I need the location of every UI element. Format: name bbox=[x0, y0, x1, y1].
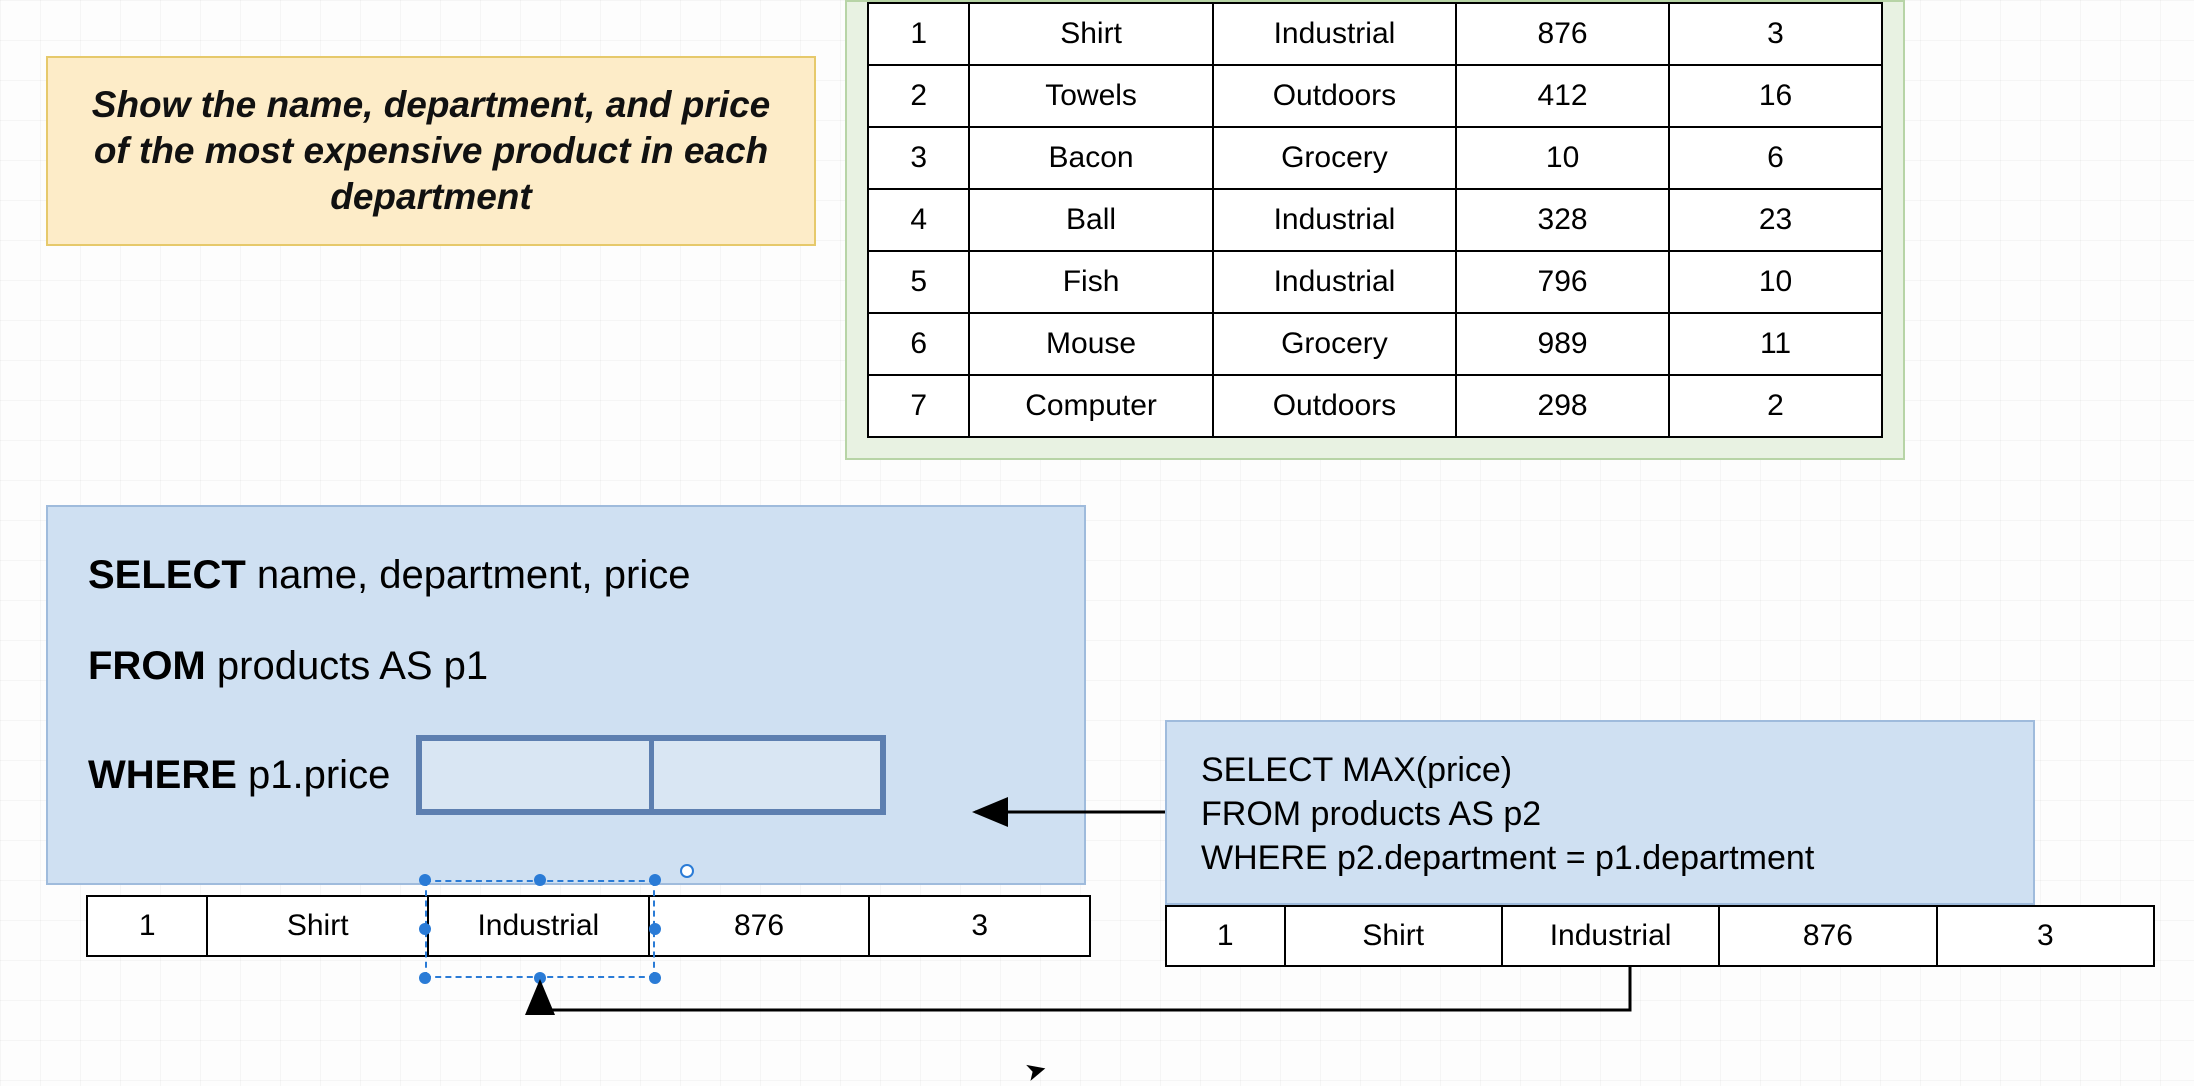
selection-handle[interactable] bbox=[649, 972, 661, 984]
selection-handle[interactable] bbox=[649, 923, 661, 935]
inner-query-box: SELECT MAX(price) FROM products AS p2 WH… bbox=[1165, 720, 2035, 905]
table-row: 1 Shirt Industrial 876 3 bbox=[868, 3, 1882, 65]
table-row: 3 Bacon Grocery 10 6 bbox=[868, 127, 1882, 189]
selection-handle[interactable] bbox=[534, 874, 546, 886]
question-text: Show the name, department, and price of … bbox=[70, 82, 792, 221]
where-keyword: WHERE bbox=[88, 753, 237, 797]
from-body: products AS p1 bbox=[206, 644, 488, 688]
cell-colA: 876 bbox=[1456, 3, 1669, 65]
cell-department: Industrial bbox=[1213, 3, 1456, 65]
table-row: 7 Computer Outdoors 298 2 bbox=[868, 375, 1882, 437]
select-keyword: SELECT bbox=[88, 553, 246, 597]
products-table-container: 1 Shirt Industrial 876 3 2 Towels Outdoo… bbox=[845, 0, 1905, 460]
table-row: 2 Towels Outdoors 412 16 bbox=[868, 65, 1882, 127]
from-line: FROM products AS p1 bbox=[88, 644, 1044, 689]
selection-handle[interactable] bbox=[649, 874, 661, 886]
cell-colB: 3 bbox=[1669, 3, 1882, 65]
from-keyword: FROM bbox=[88, 644, 206, 688]
cursor-icon: ➤ bbox=[1021, 1053, 1050, 1086]
cell-id: 1 bbox=[868, 3, 969, 65]
inner-current-row: 1 Shirt Industrial 876 3 bbox=[1165, 905, 2155, 967]
where-line: WHERE p1.price bbox=[88, 735, 1044, 815]
selection-handle[interactable] bbox=[419, 972, 431, 984]
outer-current-row: 1 Shirt Industrial 876 3 bbox=[86, 895, 1091, 957]
selection-handle[interactable] bbox=[534, 972, 546, 984]
selection-handle[interactable] bbox=[419, 923, 431, 935]
where-body: p1.price bbox=[237, 753, 390, 797]
subquery-select: SELECT MAX(price) bbox=[1201, 748, 1999, 792]
select-line: SELECT name, department, price bbox=[88, 553, 1044, 598]
table-row: 6 Mouse Grocery 989 11 bbox=[868, 313, 1882, 375]
table-row: 4 Ball Industrial 328 23 bbox=[868, 189, 1882, 251]
cell-name: Shirt bbox=[969, 3, 1212, 65]
rotation-handle[interactable] bbox=[680, 864, 694, 878]
where-placeholder-slot bbox=[416, 735, 886, 815]
subquery-from: FROM products AS p2 bbox=[1201, 792, 1999, 836]
table-row: 5 Fish Industrial 796 10 bbox=[868, 251, 1882, 313]
select-cols: name, department, price bbox=[246, 553, 691, 597]
outer-query-box: SELECT name, department, price FROM prod… bbox=[46, 505, 1086, 885]
subquery-where: WHERE p2.department = p1.department bbox=[1201, 836, 1999, 880]
products-table: 1 Shirt Industrial 876 3 2 Towels Outdoo… bbox=[867, 2, 1883, 438]
selection-handle[interactable] bbox=[419, 874, 431, 886]
question-box: Show the name, department, and price of … bbox=[46, 56, 816, 246]
